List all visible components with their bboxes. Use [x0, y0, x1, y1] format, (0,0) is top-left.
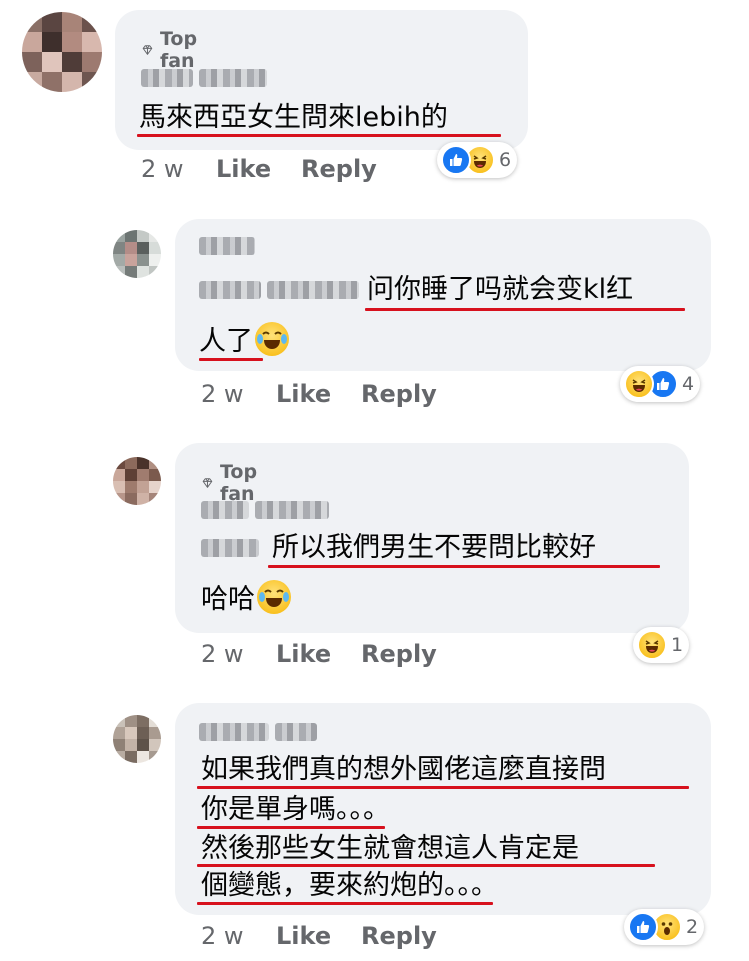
tears-of-joy-emoji — [257, 580, 291, 614]
reaction-count: 2 — [686, 916, 699, 938]
like-button[interactable]: Like — [276, 640, 361, 668]
comment-text: 问你睡了吗就会变kl红 — [367, 274, 634, 305]
comment-actions: 2 w Like Reply — [201, 640, 437, 668]
underline — [268, 565, 660, 568]
like-button[interactable]: Like — [216, 155, 301, 183]
underline — [137, 134, 501, 137]
haha-icon — [624, 369, 654, 399]
underline — [365, 308, 685, 311]
timestamp[interactable]: 2 w — [201, 380, 276, 408]
diamond-icon — [142, 45, 153, 55]
reaction-summary[interactable]: 2 — [624, 909, 705, 945]
top-fan-label: Top fan — [159, 28, 198, 72]
underline — [197, 902, 493, 905]
author-name[interactable] — [141, 68, 267, 88]
comment-text: 馬來西亞女生問來lebih的 — [139, 102, 448, 133]
mention-tag[interactable] — [199, 280, 359, 300]
timestamp[interactable]: 2 w — [201, 640, 276, 668]
tears-of-joy-emoji — [255, 322, 289, 356]
avatar[interactable] — [22, 12, 102, 92]
comment-text: 所以我們男生不要問比較好 — [272, 532, 596, 563]
comment-text: 人了 — [199, 322, 289, 362]
reply-button[interactable]: Reply — [301, 155, 377, 183]
reaction-count: 6 — [499, 149, 512, 171]
top-fan-label: Top fan — [219, 461, 258, 505]
like-button[interactable]: Like — [276, 922, 361, 950]
underline — [197, 786, 689, 789]
haha-icon — [637, 630, 667, 660]
avatar[interactable] — [113, 457, 161, 505]
timestamp[interactable]: 2 w — [141, 155, 216, 183]
comment-text: 哈哈 — [201, 580, 291, 620]
reply-button[interactable]: Reply — [361, 640, 437, 668]
reaction-summary[interactable]: 4 — [620, 366, 701, 402]
top-fan-badge: Top fan — [141, 28, 206, 72]
avatar[interactable] — [113, 715, 161, 763]
avatar[interactable] — [113, 230, 161, 278]
author-name[interactable] — [201, 500, 329, 520]
comment-actions: 2 w Like Reply — [141, 155, 377, 183]
author-name[interactable] — [199, 722, 317, 742]
comment-text-line: 哈哈 — [201, 584, 255, 615]
reaction-summary[interactable]: 6 — [437, 142, 518, 178]
comment-text: 個變態，要來約炮的。。。 — [201, 870, 498, 901]
comment-text: 如果我們真的想外國佬這麼直接問 — [201, 754, 606, 785]
comment-text-line: 人了 — [199, 326, 253, 357]
reaction-summary[interactable]: 1 — [633, 627, 690, 663]
comment-actions: 2 w Like Reply — [201, 380, 437, 408]
like-icon — [441, 145, 471, 175]
comment-text: 你是單身嗎。。。 — [201, 794, 390, 825]
comment-actions: 2 w Like Reply — [201, 922, 437, 950]
like-button[interactable]: Like — [276, 380, 361, 408]
underline — [199, 358, 263, 361]
reaction-count: 4 — [682, 373, 695, 395]
mention-tag[interactable] — [201, 538, 259, 558]
reaction-count: 1 — [671, 634, 684, 656]
diamond-icon — [202, 478, 213, 488]
top-fan-badge: Top fan — [201, 461, 266, 505]
reply-button[interactable]: Reply — [361, 380, 437, 408]
reply-button[interactable]: Reply — [361, 922, 437, 950]
comment-text: 然後那些女生就會想這人肯定是 — [201, 833, 579, 864]
timestamp[interactable]: 2 w — [201, 922, 276, 950]
like-icon — [628, 912, 658, 942]
author-name[interactable] — [199, 236, 255, 256]
